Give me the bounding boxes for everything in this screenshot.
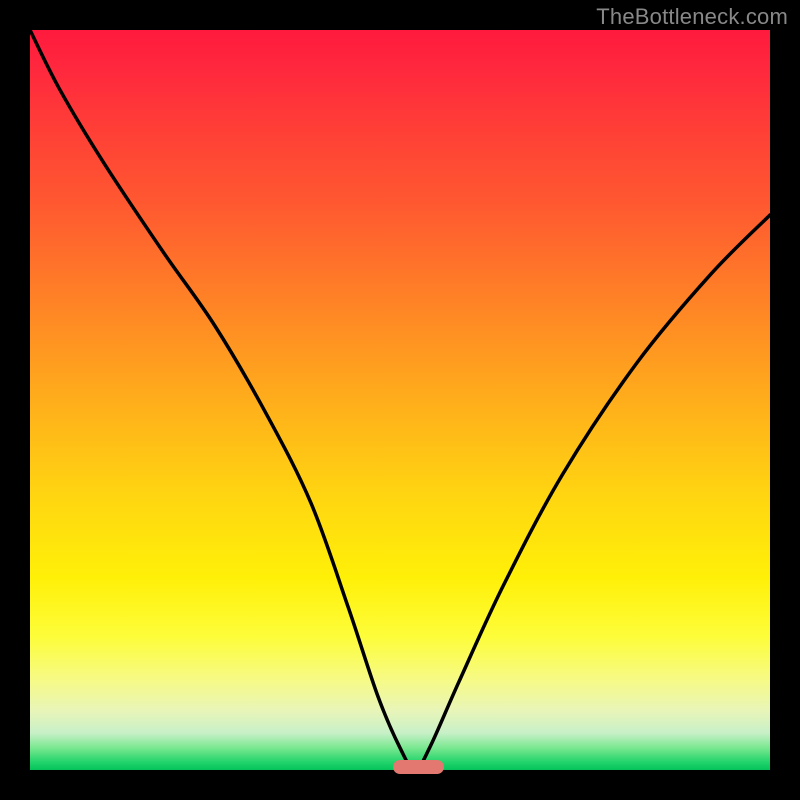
curve-path bbox=[30, 30, 770, 770]
bottleneck-curve bbox=[30, 30, 770, 770]
optimal-range-marker bbox=[393, 760, 445, 774]
watermark-text: TheBottleneck.com bbox=[596, 4, 788, 30]
plot-area bbox=[30, 30, 770, 770]
chart-frame: TheBottleneck.com bbox=[0, 0, 800, 800]
